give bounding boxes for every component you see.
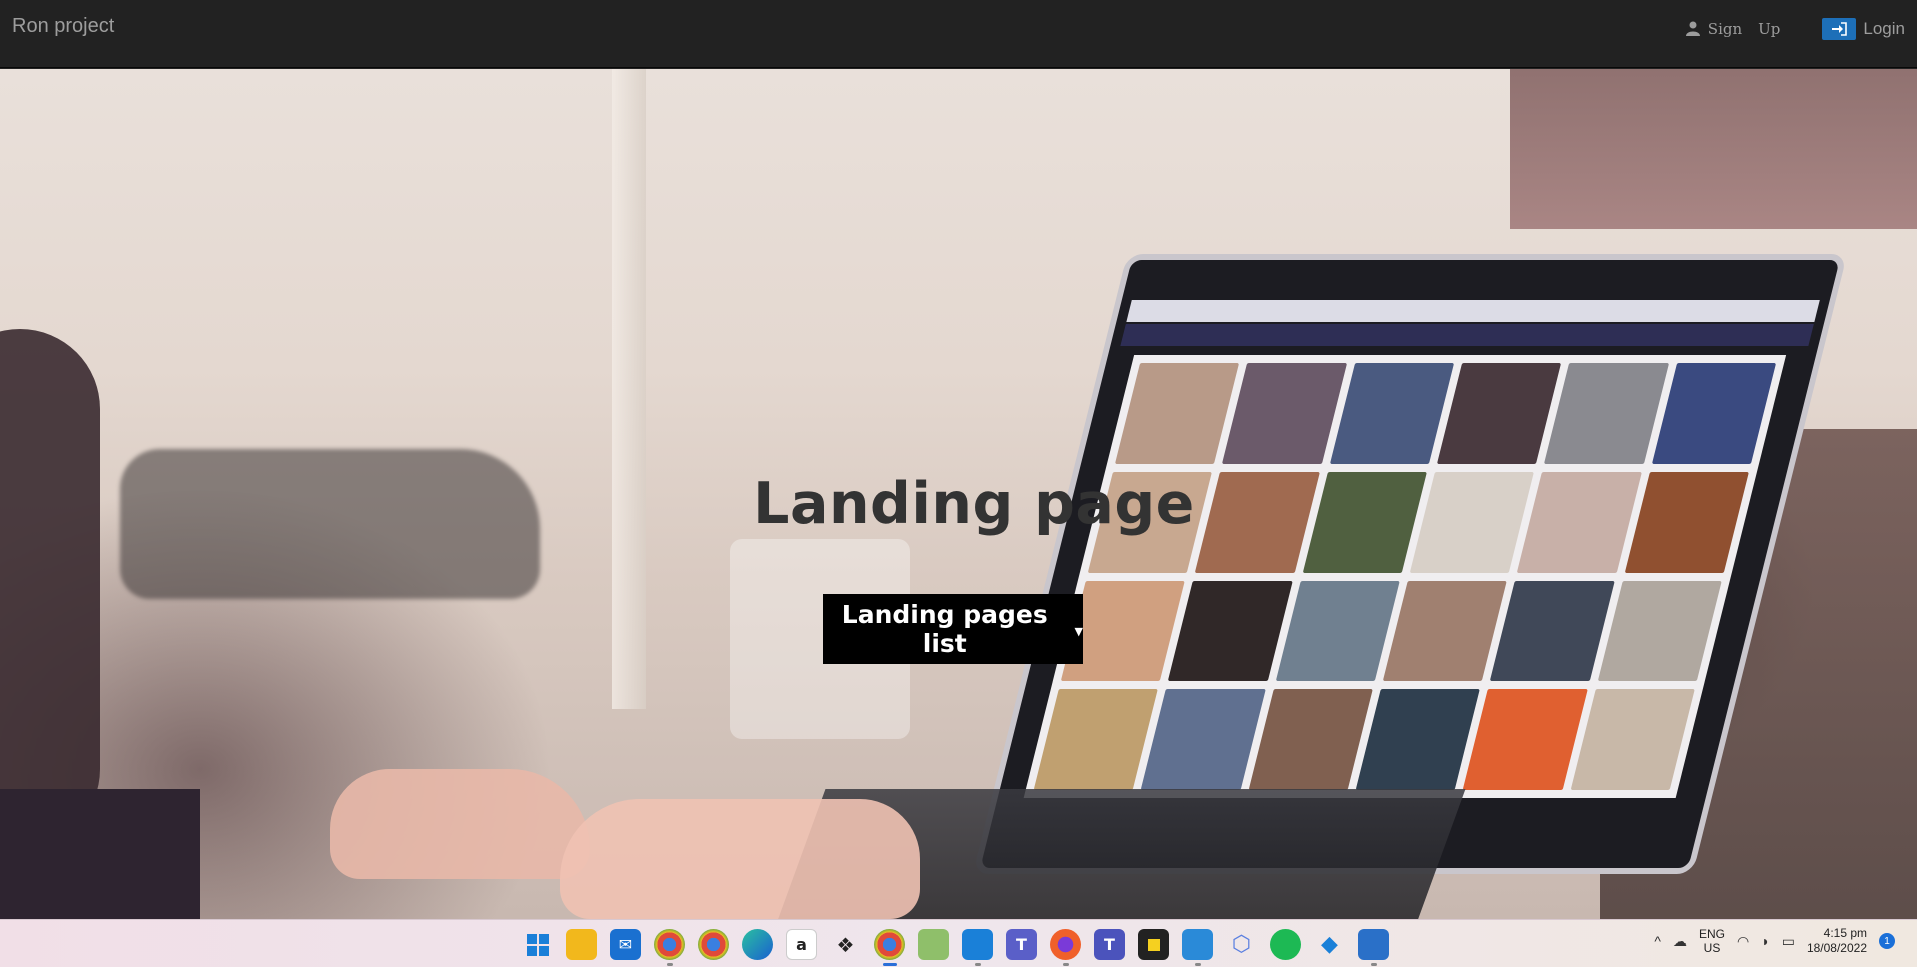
- photo-editor-icon[interactable]: [918, 929, 949, 960]
- firefox-icon[interactable]: [1050, 929, 1081, 966]
- notification-badge[interactable]: 1: [1879, 933, 1895, 949]
- battery-icon[interactable]: ▭: [1782, 933, 1795, 950]
- chrome-icon[interactable]: [698, 929, 729, 960]
- onedrive-icon[interactable]: ☁: [1673, 933, 1687, 950]
- start-icon[interactable]: [522, 929, 553, 960]
- lang-line1: ENG: [1699, 927, 1726, 941]
- notepad-icon[interactable]: [1182, 929, 1213, 966]
- mail-icon[interactable]: ✉: [610, 929, 641, 960]
- clock-time: 4:15 pm: [1823, 926, 1867, 940]
- login-label: Login: [1863, 18, 1905, 38]
- teams-icon[interactable]: T: [1094, 929, 1125, 960]
- caret-down-icon: ▼: [1074, 624, 1083, 638]
- chrome-icon[interactable]: [874, 929, 905, 966]
- teams-icon[interactable]: T: [1006, 929, 1037, 960]
- hero-content: Landing page Landing pages list ▼: [0, 69, 1917, 919]
- login-link[interactable]: Login: [1822, 17, 1905, 40]
- hero-section: Landing page Landing pages list ▼: [0, 69, 1917, 919]
- wifi-icon[interactable]: ◠: [1737, 933, 1749, 950]
- clock-date: 18/08/2022: [1806, 941, 1867, 955]
- language-indicator[interactable]: ENG US: [1699, 927, 1725, 955]
- dropbox-icon[interactable]: ❖: [830, 929, 861, 960]
- lang-line2: US: [1703, 941, 1721, 955]
- amazon-icon[interactable]: a: [786, 929, 817, 960]
- volume-icon[interactable]: ◗: [1761, 933, 1769, 949]
- photos-icon[interactable]: [1358, 929, 1389, 966]
- clock[interactable]: 4:15 pm 18/08/2022: [1807, 926, 1867, 956]
- app-icon[interactable]: ⬡: [1226, 929, 1257, 960]
- spotify-icon[interactable]: [1270, 929, 1301, 960]
- nav-right: Sign Up Login: [1685, 17, 1905, 40]
- vscode-icon[interactable]: [962, 929, 993, 966]
- landing-pages-dropdown-button[interactable]: Landing pages list ▼: [823, 594, 1083, 664]
- page-title: Landing page: [753, 471, 1195, 537]
- dropdown-label: Landing pages list: [841, 600, 1048, 658]
- system-tray: ^ ☁ ENG US ◠ ◗ ▭ 4:15 pm 18/08/2022 1: [1654, 926, 1895, 956]
- chevron-up-icon[interactable]: ^: [1654, 933, 1661, 949]
- signup-link[interactable]: Sign Up: [1685, 19, 1781, 38]
- taskbar-apps: ✉ a ❖ T T ⬡ ◆: [522, 929, 1389, 966]
- top-navbar: Ron project Sign Up Login: [0, 0, 1917, 68]
- azure-icon[interactable]: ◆: [1314, 929, 1345, 960]
- chrome-icon[interactable]: [654, 929, 685, 966]
- brand-link[interactable]: Ron project: [12, 15, 114, 38]
- login-icon: [1822, 17, 1857, 40]
- edge-icon[interactable]: [742, 929, 773, 960]
- signup-label-1: Sign: [1707, 19, 1743, 38]
- signup-label-2: Up: [1758, 19, 1781, 38]
- user-icon: [1685, 21, 1700, 36]
- sticky-notes-icon[interactable]: [1138, 929, 1169, 960]
- windows-taskbar: ✉ a ❖ T T ⬡ ◆ ^ ☁ ENG US ◠ ◗ ▭ 4:15 pm 1…: [0, 919, 1917, 967]
- file-explorer-icon[interactable]: [566, 929, 597, 960]
